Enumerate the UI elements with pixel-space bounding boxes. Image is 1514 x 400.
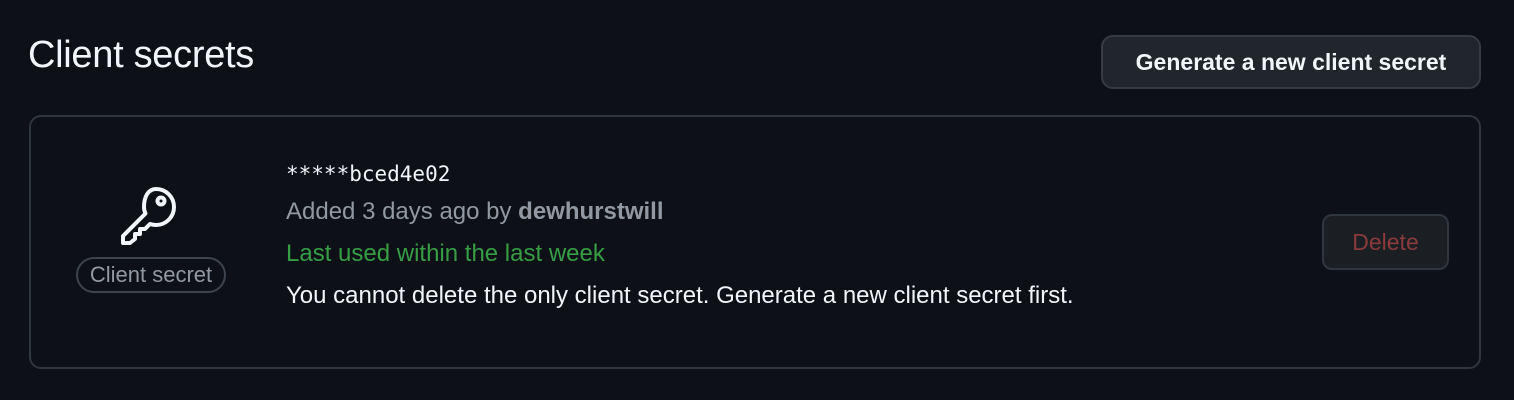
client-secret-badge: Client secret [75,257,227,293]
generate-client-secret-button[interactable]: Generate a new client secret [1101,35,1481,89]
added-info: Added 3 days ago by dewhurstwill [286,191,1074,233]
secret-icon-column: Client secret [63,185,239,293]
masked-secret-value: *****bced4e02 [286,162,451,186]
last-used-status: Last used within the last week [286,240,605,267]
key-icon [121,187,176,245]
page-title: Client secrets [28,34,254,76]
added-by-user: dewhurstwill [518,198,664,225]
secret-details: *****bced4e02 Added 3 days ago by dewhur… [286,157,1074,317]
delete-secret-button[interactable]: Delete [1322,214,1449,270]
delete-restriction-note: You cannot delete the only client secret… [286,282,1074,309]
added-prefix: Added 3 days ago by [286,198,519,225]
client-secret-card: Client secret *****bced4e02 Added 3 days… [29,115,1481,369]
